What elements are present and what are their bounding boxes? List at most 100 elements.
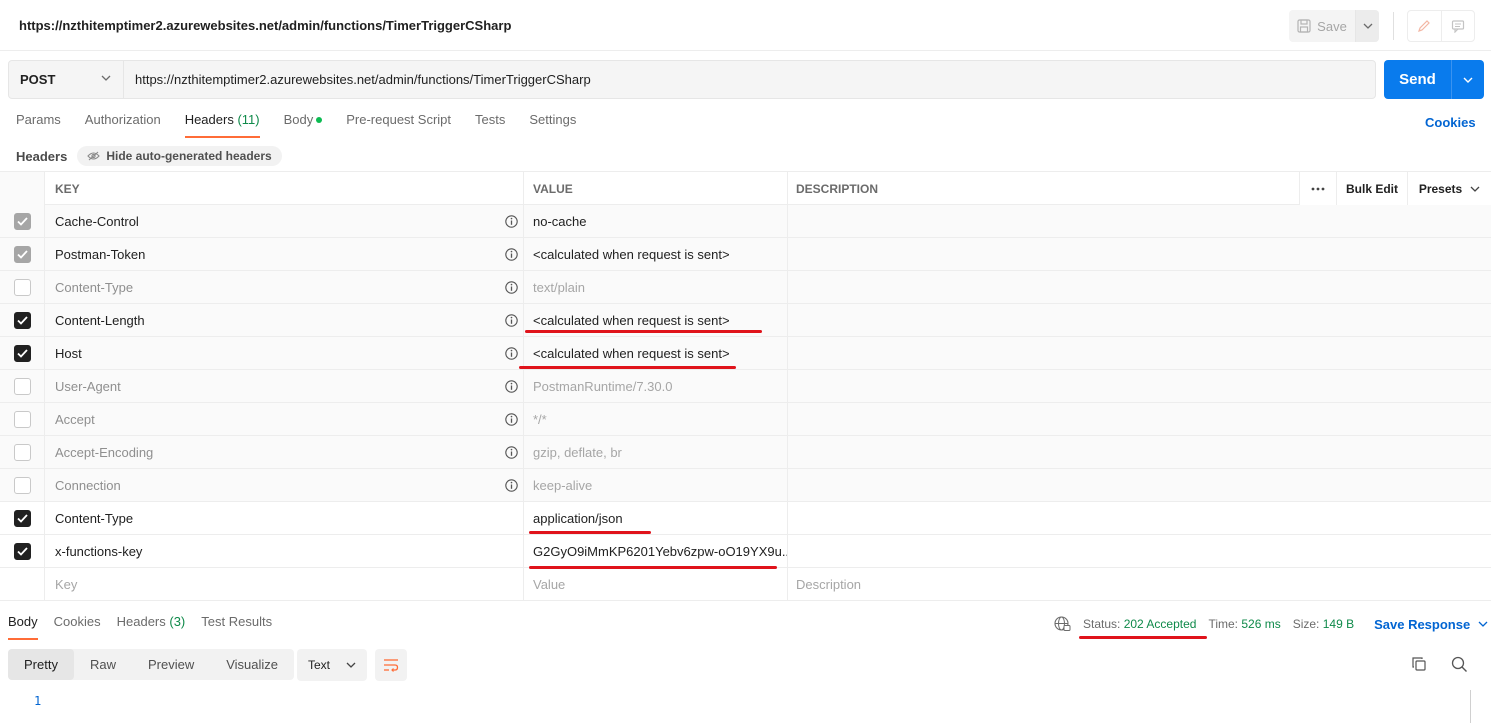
- row-key[interactable]: Postman-Token: [44, 238, 523, 270]
- tab-headers-label: Headers: [184, 112, 234, 127]
- search-icon[interactable]: [1451, 656, 1468, 673]
- row-key[interactable]: Cache-Control: [44, 205, 523, 237]
- new-key-input[interactable]: Key: [44, 568, 523, 600]
- info-icon[interactable]: [505, 215, 518, 228]
- row-checkbox[interactable]: [13, 443, 31, 461]
- row-description[interactable]: [787, 205, 1491, 237]
- row-value[interactable]: PostmanRuntime/7.30.0: [523, 370, 787, 402]
- new-value-input[interactable]: Value: [523, 568, 787, 600]
- save-options-button[interactable]: [1355, 10, 1379, 42]
- chevron-down-icon: [346, 662, 356, 668]
- row-key[interactable]: Host: [44, 337, 523, 369]
- row-value[interactable]: text/plain: [523, 271, 787, 303]
- row-value[interactable]: keep-alive: [523, 469, 787, 501]
- bulk-edit-button[interactable]: Bulk Edit: [1336, 172, 1407, 205]
- row-checkbox[interactable]: [13, 509, 31, 527]
- row-key[interactable]: Content-Length: [44, 304, 523, 336]
- info-icon[interactable]: [505, 347, 518, 360]
- row-checkbox[interactable]: [13, 377, 31, 395]
- info-icon[interactable]: [505, 479, 518, 492]
- tab-authorization[interactable]: Authorization: [85, 112, 161, 138]
- info-icon[interactable]: [505, 314, 518, 327]
- row-key[interactable]: Accept-Encoding: [44, 436, 523, 468]
- row-description[interactable]: [787, 403, 1491, 435]
- row-key[interactable]: Connection: [44, 469, 523, 501]
- info-icon[interactable]: [505, 281, 518, 294]
- row-value[interactable]: no-cache: [523, 205, 787, 237]
- url-input[interactable]: https://nzthitemptimer2.azurewebsites.ne…: [124, 61, 1375, 98]
- copy-icon[interactable]: [1411, 656, 1427, 672]
- response-tab-headers[interactable]: Headers (3): [117, 614, 186, 640]
- row-description[interactable]: [787, 436, 1491, 468]
- info-icon[interactable]: [505, 248, 518, 261]
- cookies-link[interactable]: Cookies: [1425, 115, 1476, 130]
- row-key[interactable]: x-functions-key: [44, 535, 523, 567]
- new-description-input[interactable]: Description: [787, 568, 1491, 600]
- tab-tests[interactable]: Tests: [475, 112, 505, 138]
- tab-params[interactable]: Params: [16, 112, 61, 138]
- comments-button[interactable]: [1440, 11, 1475, 41]
- format-raw[interactable]: Raw: [74, 649, 132, 680]
- row-description[interactable]: [787, 502, 1491, 534]
- row-description[interactable]: [787, 271, 1491, 303]
- edit-button[interactable]: [1408, 11, 1441, 41]
- row-key-text: Content-Length: [55, 312, 145, 328]
- row-key[interactable]: Content-Type: [44, 271, 523, 303]
- tab-headers[interactable]: Headers (11): [184, 112, 260, 138]
- response-tab-test-results[interactable]: Test Results: [201, 614, 272, 640]
- status[interactable]: Status: 202 Accepted: [1083, 617, 1196, 631]
- tab-prerequest-script[interactable]: Pre-request Script: [346, 112, 451, 138]
- row-value[interactable]: gzip, deflate, br: [523, 436, 787, 468]
- row-description[interactable]: [787, 370, 1491, 402]
- response-tab-body[interactable]: Body: [8, 614, 38, 640]
- row-checkbox[interactable]: [13, 212, 31, 230]
- row-checkbox[interactable]: [13, 542, 31, 560]
- info-icon[interactable]: [505, 446, 518, 459]
- request-title[interactable]: https://nzthitemptimer2.azurewebsites.ne…: [19, 18, 511, 33]
- format-visualize[interactable]: Visualize: [210, 649, 294, 680]
- row-value[interactable]: <calculated when request is sent>: [523, 337, 787, 369]
- content-type-select[interactable]: Text: [297, 649, 367, 681]
- row-checkbox[interactable]: [13, 311, 31, 329]
- row-checkbox-cell: [0, 370, 44, 402]
- tab-body[interactable]: Body: [284, 112, 323, 138]
- hide-auto-headers-button[interactable]: Hide auto-generated headers: [77, 146, 282, 166]
- row-checkbox[interactable]: [13, 410, 31, 428]
- headers-table: KEY VALUE DESCRIPTION Bulk Edit Presets …: [0, 171, 1491, 601]
- row-value[interactable]: G2GyO9iMmKP6201Yebv6zpw-oO19YX9u...: [523, 535, 787, 567]
- row-value[interactable]: application/json: [523, 502, 787, 534]
- row-key[interactable]: Accept: [44, 403, 523, 435]
- row-key[interactable]: User-Agent: [44, 370, 523, 402]
- row-value[interactable]: */*: [523, 403, 787, 435]
- info-icon[interactable]: [505, 413, 518, 426]
- row-description[interactable]: [787, 238, 1491, 270]
- row-value[interactable]: <calculated when request is sent>: [523, 238, 787, 270]
- row-description[interactable]: [787, 337, 1491, 369]
- row-checkbox[interactable]: [13, 278, 31, 296]
- row-description[interactable]: [787, 535, 1491, 567]
- time[interactable]: Time: 526 ms: [1208, 617, 1280, 631]
- row-key[interactable]: Content-Type: [44, 502, 523, 534]
- presets-dropdown[interactable]: Presets: [1407, 172, 1491, 205]
- row-description[interactable]: [787, 469, 1491, 501]
- save-button[interactable]: Save: [1289, 10, 1355, 42]
- tab-settings[interactable]: Settings: [529, 112, 576, 138]
- wrap-lines-button[interactable]: [375, 649, 407, 681]
- info-icon[interactable]: [505, 380, 518, 393]
- send-options-button[interactable]: [1451, 60, 1484, 99]
- format-pretty[interactable]: Pretty: [8, 649, 74, 680]
- row-checkbox[interactable]: [13, 245, 31, 263]
- method-select[interactable]: POST: [9, 61, 124, 98]
- row-checkbox[interactable]: [13, 344, 31, 362]
- globe-lock-icon[interactable]: [1054, 616, 1071, 632]
- response-tab-cookies[interactable]: Cookies: [54, 614, 101, 640]
- send-button[interactable]: Send: [1384, 60, 1451, 99]
- row-description[interactable]: [787, 304, 1491, 336]
- size[interactable]: Size: 149 B: [1293, 617, 1354, 631]
- row-checkbox[interactable]: [13, 476, 31, 494]
- hide-auto-headers-label: Hide auto-generated headers: [106, 149, 272, 163]
- more-options-button[interactable]: [1299, 172, 1336, 205]
- save-response-button[interactable]: Save Response: [1374, 617, 1488, 632]
- format-preview[interactable]: Preview: [132, 649, 210, 680]
- row-key-text: User-Agent: [55, 378, 121, 394]
